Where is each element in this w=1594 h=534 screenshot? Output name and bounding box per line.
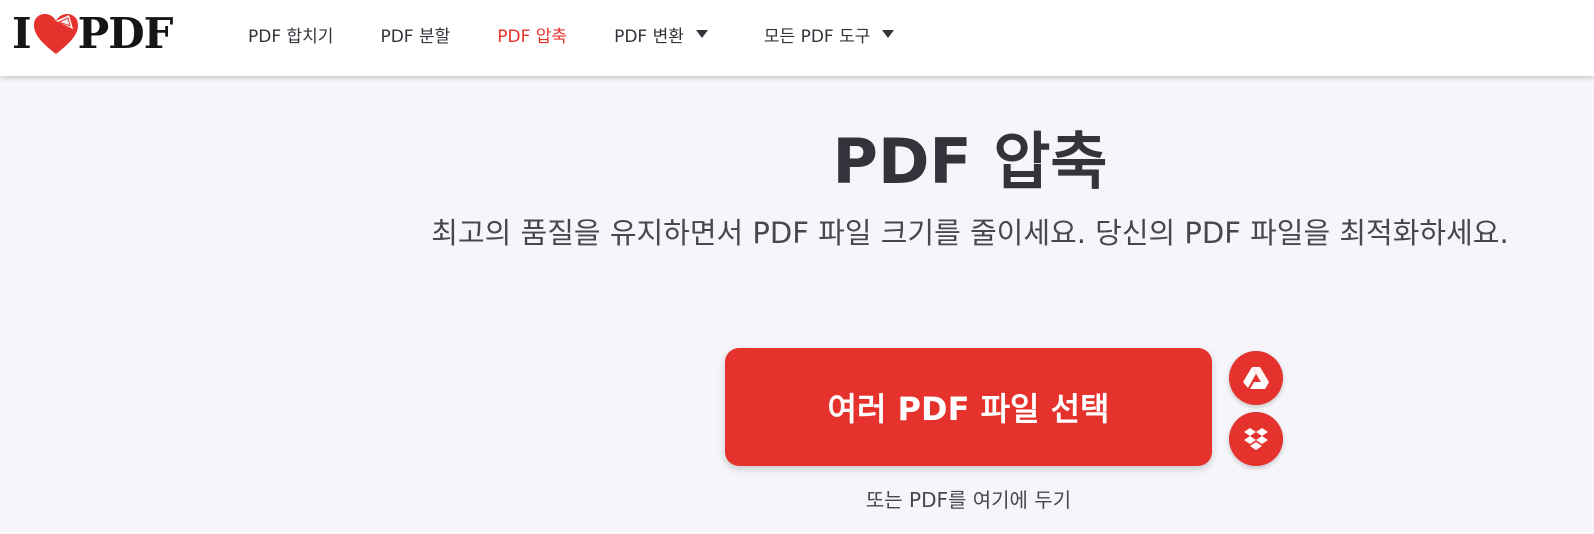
select-pdf-files-button[interactable]: 여러 PDF 파일 선택	[725, 348, 1212, 466]
caret-down-icon	[695, 30, 708, 38]
nav-item-label: PDF 변환	[614, 26, 684, 47]
page-subtitle: 최고의 품질을 유지하면서 PDF 파일 크기를 줄이세요. 당신의 PDF 파…	[431, 216, 1509, 251]
top-header: I PDF PDF 합치기 PDF 분할 PDF 압축 PDF 변환 모든 PD…	[0, 0, 1594, 76]
main-nav: PDF 합치기 PDF 분할 PDF 압축 PDF 변환 모든 PDF 도구	[248, 0, 895, 68]
nav-item-compress-pdf[interactable]: PDF 압축	[497, 22, 567, 47]
logo-letters-pdf: PDF	[77, 9, 174, 58]
nav-item-all-pdf-tools[interactable]: 모든 PDF 도구	[764, 22, 895, 47]
nav-item-merge-pdf[interactable]: PDF 합치기	[248, 22, 333, 47]
logo-letter-i: I	[12, 9, 32, 58]
nav-item-label: PDF 합치기	[248, 26, 334, 47]
nav-item-label: PDF 압축	[497, 26, 568, 47]
google-drive-icon	[1243, 367, 1269, 389]
nav-item-convert-pdf[interactable]: PDF 변환	[614, 22, 708, 47]
dropbox-button[interactable]	[1229, 412, 1283, 466]
caret-down-icon	[882, 30, 895, 38]
heart-logo-icon	[33, 14, 78, 54]
nav-item-label: PDF 분할	[380, 26, 451, 47]
ilovepdf-logo[interactable]: I PDF	[12, 9, 174, 58]
nav-item-split-pdf[interactable]: PDF 분할	[380, 22, 450, 47]
dropbox-icon	[1244, 428, 1268, 450]
page-title: PDF 압축	[832, 125, 1108, 198]
drop-files-hint: 또는 PDF를 여기에 두기	[865, 488, 1072, 512]
nav-item-label: 모든 PDF 도구	[763, 26, 871, 47]
google-drive-button[interactable]	[1229, 351, 1283, 405]
tool-hero: PDF 압축 최고의 품질을 유지하면서 PDF 파일 크기를 줄이세요. 당신…	[390, 76, 1550, 256]
upload-area: 여러 PDF 파일 선택	[725, 348, 1325, 468]
